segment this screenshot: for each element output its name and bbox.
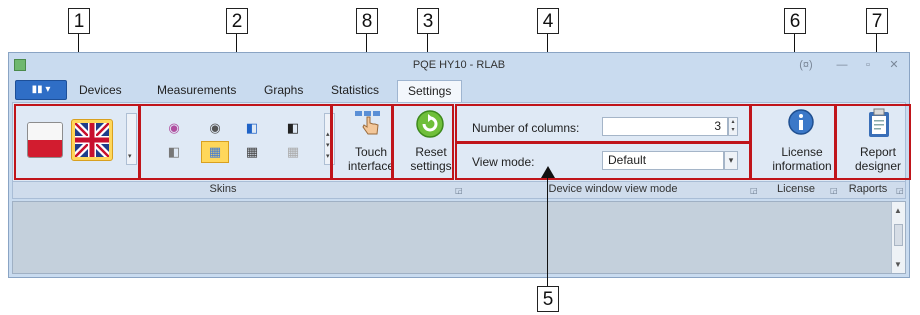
scroll-thumb[interactable] <box>894 224 903 246</box>
scroll-up-icon[interactable]: ▲ <box>894 206 902 215</box>
callout-5: 5 <box>537 286 559 312</box>
callout-2: 2 <box>226 8 248 34</box>
callout-6: 6 <box>784 8 806 34</box>
callout-8: 8 <box>356 8 378 34</box>
content-area: ▲ ▼ <box>12 201 906 274</box>
scroll-down-icon[interactable]: ▼ <box>894 260 902 269</box>
skins-group-label: Skins <box>209 183 237 195</box>
highlight-language <box>14 104 140 180</box>
highlight-columns <box>455 104 751 143</box>
license-group-label: License <box>777 183 815 195</box>
tab-measurements[interactable]: Measurements <box>157 83 236 97</box>
highlight-license <box>750 104 836 180</box>
highlight-view-mode <box>455 142 751 180</box>
reports-group-label: Raports <box>848 183 888 195</box>
tab-graphs[interactable]: Graphs <box>264 83 303 97</box>
view-dialog-launcher-icon[interactable]: ◲ <box>750 186 758 195</box>
callout-line-5 <box>547 178 548 286</box>
title-bar: PQE HY10 - RLAB (¤) — ▫ ✕ <box>9 53 909 78</box>
tab-statistics[interactable]: Statistics <box>331 83 379 97</box>
minimize-button[interactable]: — <box>831 56 853 74</box>
restore-icon[interactable]: (¤) <box>795 56 817 74</box>
callout-1: 1 <box>68 8 90 34</box>
highlight-report <box>835 104 911 180</box>
maximize-button[interactable]: ▫ <box>857 56 879 74</box>
callout-7: 7 <box>866 8 888 34</box>
ribbon-group-labels: Skins ◲ Device window view mode ◲ Licens… <box>12 182 906 199</box>
window-title: PQE HY10 - RLAB <box>412 59 506 71</box>
callout-3: 3 <box>417 8 439 34</box>
vertical-scrollbar[interactable]: ▲ ▼ <box>891 202 905 273</box>
callout-arrow-5 <box>541 166 555 178</box>
ribbon-tabs: ▮▮ ▾ Devices Measurements Graphs Statist… <box>9 78 909 102</box>
highlight-reset <box>392 104 454 180</box>
application-menu-button[interactable]: ▮▮ ▾ <box>15 80 67 100</box>
view-group-label: Device window view mode <box>548 183 678 195</box>
close-button[interactable]: ✕ <box>883 56 905 74</box>
license-dialog-launcher-icon[interactable]: ◲ <box>830 186 838 195</box>
reports-dialog-launcher-icon[interactable]: ◲ <box>896 186 904 195</box>
tab-devices[interactable]: Devices <box>79 83 122 97</box>
callout-4: 4 <box>537 8 559 34</box>
tab-settings[interactable]: Settings <box>397 80 463 102</box>
highlight-touch <box>331 104 393 180</box>
skins-dialog-launcher-icon[interactable]: ◲ <box>455 186 463 195</box>
highlight-skins <box>139 104 332 180</box>
